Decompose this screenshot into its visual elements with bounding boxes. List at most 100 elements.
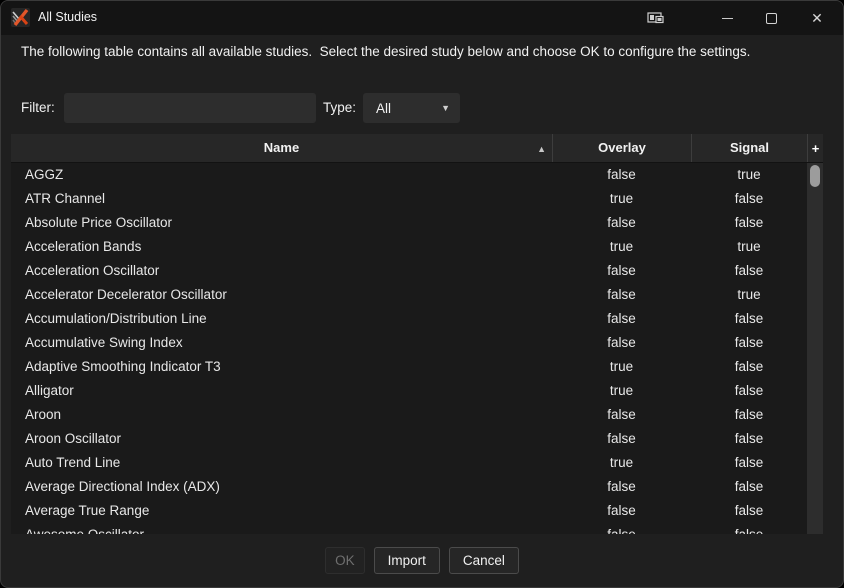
study-name-cell: Accumulation/Distribution Line xyxy=(11,307,552,331)
app-logo-icon xyxy=(11,8,30,27)
filter-label: Filter: xyxy=(21,93,55,123)
study-name-cell: Acceleration Bands xyxy=(11,235,552,259)
overlay-cell: false xyxy=(552,283,691,307)
overlay-cell: false xyxy=(552,499,691,523)
study-name-cell: Auto Trend Line xyxy=(11,451,552,475)
maximize-icon xyxy=(766,13,777,24)
overlay-cell: true xyxy=(552,451,691,475)
overlay-cell: false xyxy=(552,475,691,499)
table-row[interactable]: Accelerator Decelerator Oscillator false… xyxy=(11,283,807,307)
table-row[interactable]: Auto Trend Line true false xyxy=(11,451,807,475)
close-icon: ✕ xyxy=(811,11,823,25)
study-name-cell: Awesome Oscillator xyxy=(11,523,552,534)
table-row[interactable]: Adaptive Smoothing Indicator T3 true fal… xyxy=(11,355,807,379)
study-name-cell: Average True Range xyxy=(11,499,552,523)
study-name-cell: Adaptive Smoothing Indicator T3 xyxy=(11,355,552,379)
signal-cell: false xyxy=(691,259,807,283)
table-row[interactable]: Average Directional Index (ADX) false fa… xyxy=(11,475,807,499)
ok-button[interactable]: OK xyxy=(325,547,365,574)
study-name-cell: Accelerator Decelerator Oscillator xyxy=(11,283,552,307)
table-row[interactable]: Aroon false false xyxy=(11,403,807,427)
table-body: AGGZ false true ATR Channel true false A… xyxy=(11,163,807,534)
overlay-cell: true xyxy=(552,187,691,211)
table-row[interactable]: AGGZ false true xyxy=(11,163,807,187)
signal-cell: false xyxy=(691,523,807,534)
signal-cell: false xyxy=(691,499,807,523)
all-studies-dialog: All Studies ✕ The following table contai… xyxy=(0,0,844,588)
table-row[interactable]: Accumulation/Distribution Line false fal… xyxy=(11,307,807,331)
scrollbar-thumb[interactable] xyxy=(810,165,820,187)
study-name-cell: Aroon xyxy=(11,403,552,427)
column-header-signal[interactable]: Signal xyxy=(691,134,807,162)
overlay-cell: true xyxy=(552,235,691,259)
table-header: Name ▲ Overlay Signal + xyxy=(11,134,823,163)
plus-icon: + xyxy=(812,142,820,155)
study-name-cell: ATR Channel xyxy=(11,187,552,211)
title-bar: All Studies ✕ xyxy=(1,1,843,35)
study-name-cell: Aroon Oscillator xyxy=(11,427,552,451)
chevron-down-icon: ▼ xyxy=(441,103,460,113)
table-row[interactable]: Acceleration Oscillator false false xyxy=(11,259,807,283)
column-header-overlay-label: Overlay xyxy=(598,140,646,155)
table-row[interactable]: Accumulative Swing Index false false xyxy=(11,331,807,355)
table-row[interactable]: Acceleration Bands true true xyxy=(11,235,807,259)
table-row[interactable]: Absolute Price Oscillator false false xyxy=(11,211,807,235)
signal-cell: false xyxy=(691,211,807,235)
overlay-cell: false xyxy=(552,307,691,331)
minimize-icon xyxy=(722,18,733,19)
study-name-cell: Alligator xyxy=(11,379,552,403)
dialog-description: The following table contains all availab… xyxy=(21,42,809,61)
signal-cell: true xyxy=(691,283,807,307)
table-row[interactable]: Alligator true false xyxy=(11,379,807,403)
signal-cell: false xyxy=(691,355,807,379)
overlay-cell: false xyxy=(552,523,691,534)
dock-window-button[interactable] xyxy=(643,5,669,31)
table-row[interactable]: Awesome Oscillator false false xyxy=(11,523,807,534)
overlay-cell: false xyxy=(552,211,691,235)
study-name-cell: Accumulative Swing Index xyxy=(11,331,552,355)
signal-cell: false xyxy=(691,187,807,211)
column-header-overlay[interactable]: Overlay xyxy=(552,134,691,162)
signal-cell: false xyxy=(691,451,807,475)
window-title: All Studies xyxy=(38,1,97,35)
column-header-signal-label: Signal xyxy=(730,140,769,155)
overlay-cell: false xyxy=(552,403,691,427)
footer: OK Import Cancel xyxy=(1,547,843,574)
studies-table: Name ▲ Overlay Signal + AGGZ false true … xyxy=(11,134,823,534)
close-button[interactable]: ✕ xyxy=(804,5,830,31)
overlay-cell: false xyxy=(552,427,691,451)
overlay-cell: true xyxy=(552,355,691,379)
dock-window-icon xyxy=(647,11,665,25)
signal-cell: false xyxy=(691,475,807,499)
signal-cell: false xyxy=(691,307,807,331)
table-row[interactable]: ATR Channel true false xyxy=(11,187,807,211)
add-column-button[interactable]: + xyxy=(807,134,823,162)
signal-cell: false xyxy=(691,331,807,355)
table-row[interactable]: Aroon Oscillator false false xyxy=(11,427,807,451)
table-row[interactable]: Average True Range false false xyxy=(11,499,807,523)
signal-cell: true xyxy=(691,163,807,187)
sort-ascending-icon: ▲ xyxy=(537,134,546,163)
type-label: Type: xyxy=(323,93,356,123)
study-name-cell: Average Directional Index (ADX) xyxy=(11,475,552,499)
overlay-cell: false xyxy=(552,331,691,355)
study-name-cell: Acceleration Oscillator xyxy=(11,259,552,283)
signal-cell: false xyxy=(691,379,807,403)
type-dropdown[interactable]: All ▼ xyxy=(363,93,460,123)
vertical-scrollbar[interactable] xyxy=(807,163,823,534)
study-name-cell: AGGZ xyxy=(11,163,552,187)
signal-cell: false xyxy=(691,427,807,451)
maximize-button[interactable] xyxy=(758,5,784,31)
overlay-cell: false xyxy=(552,163,691,187)
signal-cell: true xyxy=(691,235,807,259)
column-header-name[interactable]: Name ▲ xyxy=(11,134,552,162)
study-name-cell: Absolute Price Oscillator xyxy=(11,211,552,235)
overlay-cell: true xyxy=(552,379,691,403)
minimize-button[interactable] xyxy=(714,5,740,31)
signal-cell: false xyxy=(691,403,807,427)
type-dropdown-value: All xyxy=(363,101,441,116)
cancel-button[interactable]: Cancel xyxy=(449,547,519,574)
column-header-name-label: Name xyxy=(264,140,299,155)
filter-input[interactable] xyxy=(64,93,316,123)
import-button[interactable]: Import xyxy=(374,547,440,574)
